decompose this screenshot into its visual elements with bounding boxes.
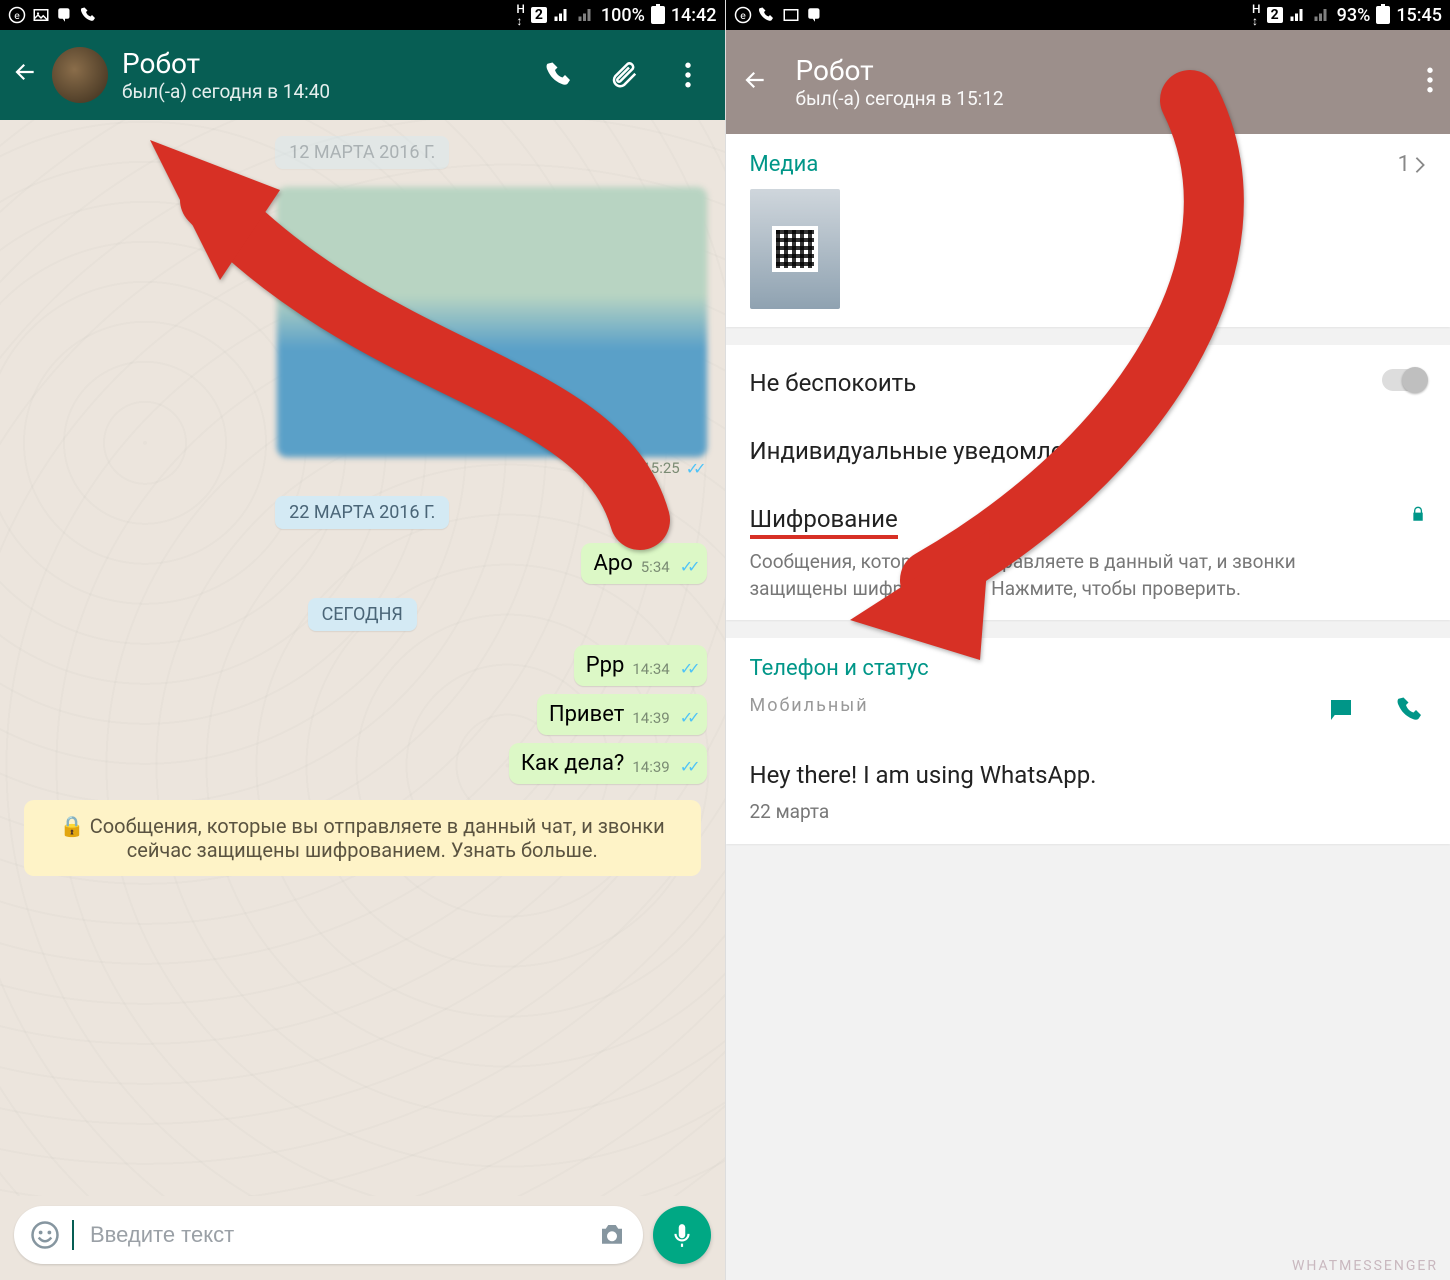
message-text: Аро: [593, 551, 632, 576]
signal-icon-2: [577, 6, 595, 24]
media-label: Медиа: [750, 152, 819, 177]
message-text: Привет: [549, 702, 624, 727]
date-chip: 22 МАРТА 2016 Г.: [275, 496, 449, 529]
menu-icon[interactable]: [1426, 67, 1434, 97]
right-screenshot: e H↕ 2 93% 15:45 Робот был(-а) сегодня в…: [726, 0, 1450, 1280]
date-chip: СЕГОДНЯ: [308, 598, 417, 631]
read-ticks-icon: ✓✓: [680, 757, 695, 776]
input-row: [0, 1196, 725, 1280]
phone-status-icon: [80, 6, 98, 24]
lock-icon: [1410, 499, 1426, 529]
read-ticks-icon: ✓✓: [680, 659, 695, 678]
call-action-icon[interactable]: [1396, 695, 1426, 725]
back-icon[interactable]: [12, 59, 38, 92]
battery-icon: [651, 6, 665, 24]
status-bar: e H↕ 2 93% 15:45: [726, 0, 1450, 30]
message-bubble[interactable]: Ppp 14:34 ✓✓: [574, 645, 707, 686]
signal-icon: [553, 6, 571, 24]
contact-info-body: Медиа 1 Не беспокоить Индивидуальные уве…: [726, 134, 1450, 1280]
phone-section-title: Телефон и статус: [750, 656, 1427, 681]
about-date: 22 марта: [750, 799, 1427, 826]
phone-status-card: Телефон и статус Мобильный Hey there! I …: [726, 638, 1450, 844]
lock-icon: 🔒: [60, 814, 90, 838]
clock: 14:42: [671, 5, 717, 26]
camera-icon[interactable]: [597, 1220, 627, 1250]
message-bubble[interactable]: Аро 5:34 ✓✓: [581, 543, 706, 584]
chat-header[interactable]: Робот был(-а) сегодня в 14:40: [0, 30, 725, 120]
dnd-toggle[interactable]: [1382, 369, 1426, 391]
battery-pct: 93%: [1337, 5, 1371, 26]
map-message[interactable]: [277, 187, 707, 457]
about-text: Hey there! I am using WhatsApp.: [750, 755, 1427, 795]
message-text: Как дела?: [521, 751, 624, 776]
encryption-row[interactable]: Шифрование Сообщения, которые вы отправл…: [750, 499, 1427, 602]
phone-label: Мобильный: [750, 695, 869, 716]
mic-button[interactable]: [653, 1206, 711, 1264]
menu-icon[interactable]: [671, 58, 705, 92]
dnd-row[interactable]: Не беспокоить: [750, 363, 1427, 403]
attach-icon[interactable]: [607, 58, 641, 92]
qr-thumb: [772, 226, 818, 272]
custom-notif-row[interactable]: Индивидуальные уведомления: [750, 431, 1427, 471]
text-cursor: [72, 1220, 74, 1250]
e-icon: e: [8, 6, 26, 24]
map-time: 15:25: [642, 459, 679, 478]
watermark: WHATMESSENGER: [1292, 1258, 1438, 1274]
message-input[interactable]: [90, 1222, 585, 1248]
image-icon: [32, 6, 50, 24]
back-icon[interactable]: [742, 67, 768, 97]
message-icon[interactable]: [1326, 695, 1356, 725]
contact-name: Робот: [796, 54, 1399, 87]
message-text: Ppp: [586, 653, 625, 678]
viber-icon: [56, 6, 74, 24]
battery-icon: [1376, 6, 1390, 24]
contact-info-header: Робот был(-а) сегодня в 15:12: [726, 30, 1450, 134]
svg-text:e: e: [14, 9, 20, 22]
contact-title[interactable]: Робот был(-а) сегодня в 14:40: [122, 47, 529, 103]
encryption-title: Шифрование: [750, 505, 898, 539]
phone-status-icon: [758, 6, 776, 24]
media-count: 1: [1398, 152, 1410, 177]
battery-pct: 100%: [601, 5, 645, 26]
contact-title: Робот был(-а) сегодня в 15:12: [796, 54, 1399, 110]
media-thumbnail[interactable]: [750, 189, 840, 309]
message-bubble[interactable]: Как дела? 14:39 ✓✓: [509, 743, 707, 784]
contact-name: Робот: [122, 47, 529, 80]
chat-area: 12 МАРТА 2016 Г. 15:25 ✓✓ 22 МАРТА 2016 Г…: [0, 120, 725, 1196]
sim-indicator: 2: [1267, 7, 1283, 23]
last-seen: был(-а) сегодня в 14:40: [122, 80, 529, 103]
e-icon: e: [734, 6, 752, 24]
message-input-box[interactable]: [14, 1206, 643, 1264]
dnd-label: Не беспокоить: [750, 369, 917, 397]
message-time: 5:34: [641, 558, 670, 576]
message-time: 14:34: [632, 660, 669, 678]
encryption-notice[interactable]: 🔒 Сообщения, которые вы отправляете в да…: [24, 800, 701, 876]
read-ticks-icon: ✓✓: [686, 459, 701, 478]
call-icon[interactable]: [543, 58, 577, 92]
status-bar: e H↕ 2 100% 14:42: [0, 0, 725, 30]
emoji-icon[interactable]: [30, 1220, 60, 1250]
message-time: 14:39: [632, 758, 669, 776]
read-ticks-icon: ✓✓: [680, 708, 695, 727]
viber-icon: [806, 6, 824, 24]
chevron-right-icon: [1414, 156, 1426, 174]
avatar[interactable]: [52, 47, 108, 103]
notice-text: Сообщения, которые вы отправляете в данн…: [90, 814, 665, 862]
encryption-desc: Сообщения, которые вы отправляете в данн…: [750, 549, 1394, 602]
settings-card: Не беспокоить Индивидуальные уведомления…: [726, 345, 1450, 620]
sim-indicator: 2: [531, 7, 547, 23]
last-seen: был(-а) сегодня в 15:12: [796, 87, 1399, 110]
message-time: 14:39: [632, 709, 669, 727]
image-icon: [782, 6, 800, 24]
signal-icon-2: [1313, 6, 1331, 24]
signal-icon: [1289, 6, 1307, 24]
left-screenshot: e H↕ 2 100% 14:42 Робот был(-а) сегодня …: [0, 0, 726, 1280]
message-bubble[interactable]: Привет 14:39 ✓✓: [537, 694, 707, 735]
clock: 15:45: [1396, 5, 1442, 26]
svg-text:e: e: [740, 9, 746, 22]
read-ticks-icon: ✓✓: [680, 557, 695, 576]
date-chip: 12 МАРТА 2016 Г.: [275, 136, 449, 169]
media-card[interactable]: Медиа 1: [726, 134, 1450, 327]
